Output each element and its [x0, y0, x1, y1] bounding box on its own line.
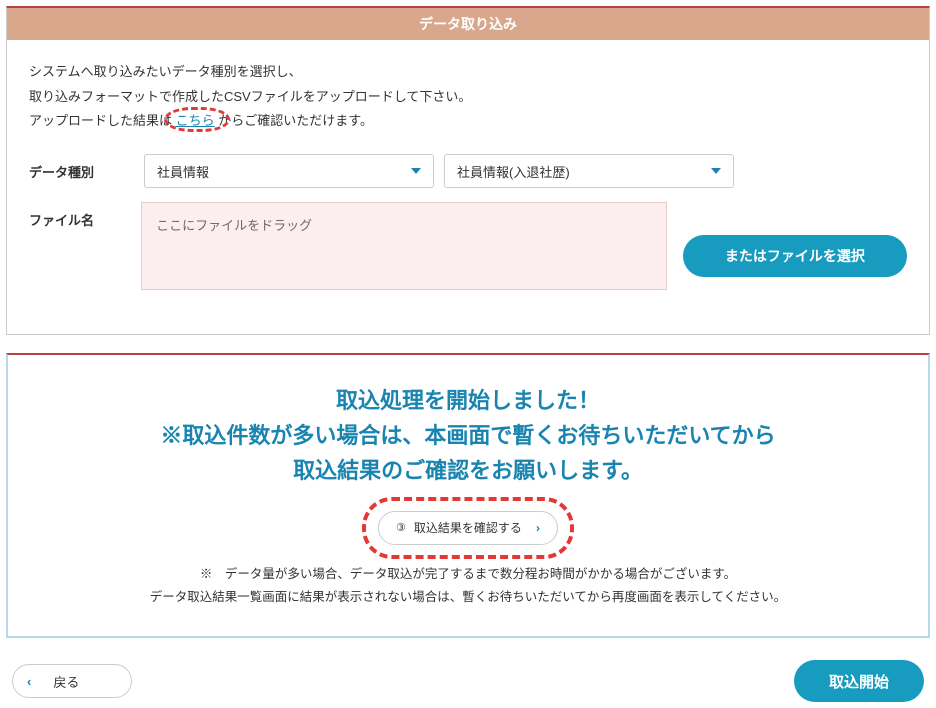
status-panel: 取込処理を開始しました！ ※取込件数が多い場合は、本画面で暫くお待ちいただいてか…	[6, 353, 930, 638]
caret-down-icon	[711, 168, 721, 174]
instruction-line-2: 取り込みフォーマットで作成したCSVファイルをアップロードして下さい。	[29, 85, 907, 110]
panel-title: データ取り込み	[7, 8, 929, 40]
data-type-label: データ種別	[29, 154, 144, 181]
data-type-select-2[interactable]: 社員情報(入退社歴)	[444, 154, 734, 188]
data-type-row: データ種別 社員情報 社員情報(入退社歴)	[29, 154, 907, 188]
filename-row: ファイル名 ここにファイルをドラッグ またはファイルを選択	[29, 202, 907, 290]
filename-label: ファイル名	[29, 202, 141, 229]
confirm-result-button[interactable]: ③ 取込結果を確認する ›	[378, 511, 558, 545]
status-heading: 取込処理を開始しました！ ※取込件数が多い場合は、本画面で暫くお待ちいただいてか…	[28, 383, 908, 489]
result-link[interactable]: こちら	[176, 109, 215, 134]
import-panel: データ取り込み システムへ取り込みたいデータ種別を選択し、 取り込みフォーマット…	[6, 6, 930, 335]
footer-bar: ‹ 戻る 取込開始	[6, 660, 930, 702]
instructions-block: システムへ取り込みたいデータ種別を選択し、 取り込みフォーマットで作成したCSV…	[29, 60, 907, 134]
instruction-line-1: システムへ取り込みたいデータ種別を選択し、	[29, 60, 907, 85]
status-note: ※ データ量が多い場合、データ取込が完了するまで数分程お時間がかかる場合がござい…	[28, 563, 908, 611]
back-button[interactable]: ‹ 戻る	[12, 664, 132, 698]
chevron-right-icon: ›	[536, 521, 540, 535]
instruction-line-3: アップロードした結果は こちら からご確認いただけます。	[29, 109, 907, 134]
file-dropzone[interactable]: ここにファイルをドラッグ	[141, 202, 667, 290]
data-type-select-1[interactable]: 社員情報	[144, 154, 434, 188]
start-import-button[interactable]: 取込開始	[794, 660, 924, 702]
chevron-left-icon: ‹	[27, 674, 31, 689]
file-select-button[interactable]: またはファイルを選択	[683, 235, 907, 277]
caret-down-icon	[411, 168, 421, 174]
